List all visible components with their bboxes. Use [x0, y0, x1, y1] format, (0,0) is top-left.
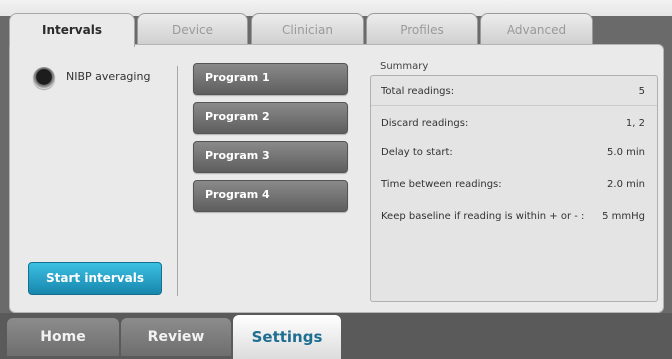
nibp-averaging-radio[interactable] — [33, 67, 55, 89]
program-2-button[interactable]: Program 2 — [193, 102, 348, 134]
nav-home[interactable]: Home — [7, 318, 119, 356]
summary-value: 5 — [638, 86, 645, 97]
program-3-button[interactable]: Program 3 — [193, 141, 348, 173]
summary-label: Delay to start: — [381, 147, 453, 158]
summary-row-total-readings: Total readings: 5 — [371, 78, 657, 106]
nav-settings[interactable]: Settings — [233, 315, 341, 359]
summary-value: 5 mmHg — [602, 211, 645, 222]
tab-intervals[interactable]: Intervals — [9, 13, 135, 47]
summary-box: Total readings: 5 Discard readings: 1, 2… — [370, 75, 658, 302]
summary-row-discard-readings: Discard readings: 1, 2 — [371, 110, 657, 137]
program-4-button[interactable]: Program 4 — [193, 180, 348, 212]
summary-title: Summary — [380, 61, 429, 72]
nibp-averaging-label: NIBP averaging — [66, 70, 151, 83]
summary-row-delay-to-start: Delay to start: 5.0 min — [371, 139, 657, 166]
summary-row-time-between-readings: Time between readings: 2.0 min — [371, 171, 657, 198]
tab-clinician[interactable]: Clinician — [251, 13, 364, 45]
tab-device[interactable]: Device — [137, 13, 248, 45]
summary-label: Discard readings: — [381, 118, 469, 129]
summary-row-keep-baseline: Keep baseline if reading is within + or … — [371, 203, 657, 230]
summary-label: Total readings: — [381, 86, 455, 97]
nav-review[interactable]: Review — [121, 318, 231, 356]
summary-value: 5.0 min — [607, 147, 645, 158]
vertical-divider — [177, 66, 178, 296]
summary-value: 2.0 min — [607, 179, 645, 190]
program-1-button[interactable]: Program 1 — [193, 63, 348, 95]
summary-label: Time between readings: — [381, 179, 502, 190]
tab-advanced[interactable]: Advanced — [480, 13, 593, 45]
tab-profiles[interactable]: Profiles — [366, 13, 478, 45]
start-intervals-button[interactable]: Start intervals — [28, 262, 162, 295]
summary-value: 1, 2 — [625, 118, 645, 129]
app-window: Intervals Device Clinician Profiles Adva… — [0, 0, 672, 359]
summary-label: Keep baseline if reading is within + or … — [381, 211, 585, 222]
